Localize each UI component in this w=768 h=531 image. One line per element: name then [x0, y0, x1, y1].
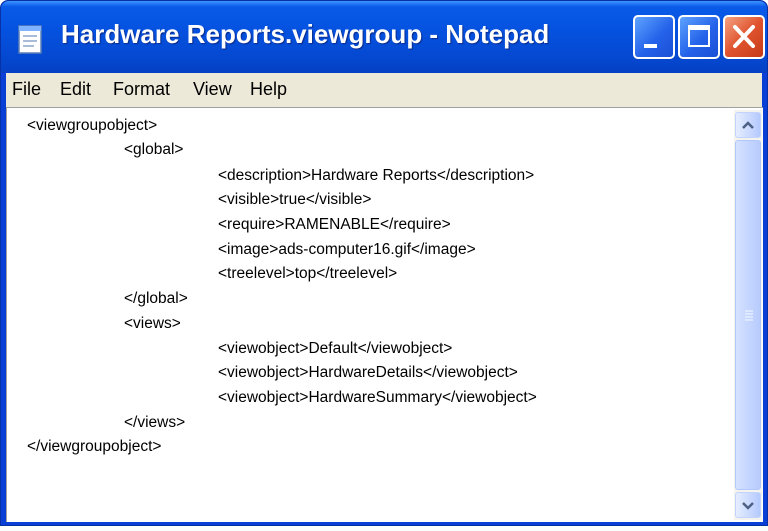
text-line: <viewgroupobject>	[27, 117, 158, 134]
menu-help[interactable]: Help	[250, 79, 287, 100]
editor-client-area: <viewgroupobject> <global> <description>…	[6, 107, 763, 522]
text-line: </views>	[124, 414, 186, 431]
text-line: <description>Hardware Reports</descripti…	[218, 167, 535, 184]
notepad-window: Hardware Reports.viewgroup - Notepad Fil…	[0, 0, 768, 526]
text-line: <image>ads-computer16.gif</image>	[218, 241, 476, 258]
text-line: <views>	[124, 315, 181, 332]
grip-icon	[745, 310, 753, 321]
text-line: <viewobject>Default</viewobject>	[218, 340, 453, 357]
text-editor[interactable]: <viewgroupobject> <global> <description>…	[7, 108, 731, 522]
text-line: <require>RAMENABLE</require>	[218, 216, 451, 233]
menu-bar: File Edit Format View Help	[6, 73, 762, 108]
text-line: <visible>true</visible>	[218, 191, 372, 208]
close-button[interactable]	[723, 15, 765, 59]
text-line: </viewgroupobject>	[27, 438, 162, 455]
window-title: Hardware Reports.viewgroup - Notepad	[61, 19, 550, 49]
scrollbar-thumb[interactable]	[735, 140, 761, 490]
title-bar[interactable]: Hardware Reports.viewgroup - Notepad	[1, 1, 767, 73]
maximize-button[interactable]	[678, 15, 720, 59]
menu-edit[interactable]: Edit	[60, 79, 91, 100]
menu-file[interactable]: File	[12, 79, 41, 100]
menu-format[interactable]: Format	[113, 79, 170, 100]
text-line: <viewobject>HardwareDetails</viewobject>	[218, 364, 518, 381]
text-line: </global>	[124, 290, 188, 307]
close-icon	[733, 25, 755, 48]
text-line: <treelevel>top</treelevel>	[218, 265, 398, 282]
chevron-down-icon	[742, 502, 754, 510]
text-line: <viewobject>HardwareSummary</viewobject>	[218, 389, 537, 406]
minimize-icon	[644, 44, 657, 48]
vertical-scrollbar[interactable]	[734, 110, 762, 520]
text-line: <global>	[124, 141, 184, 158]
scroll-down-button[interactable]	[735, 492, 761, 518]
notepad-icon	[18, 25, 42, 54]
scroll-up-button[interactable]	[735, 112, 761, 138]
menu-view[interactable]: View	[193, 79, 232, 100]
minimize-button[interactable]	[633, 15, 675, 59]
chevron-up-icon	[742, 121, 754, 129]
maximize-icon	[688, 25, 710, 47]
